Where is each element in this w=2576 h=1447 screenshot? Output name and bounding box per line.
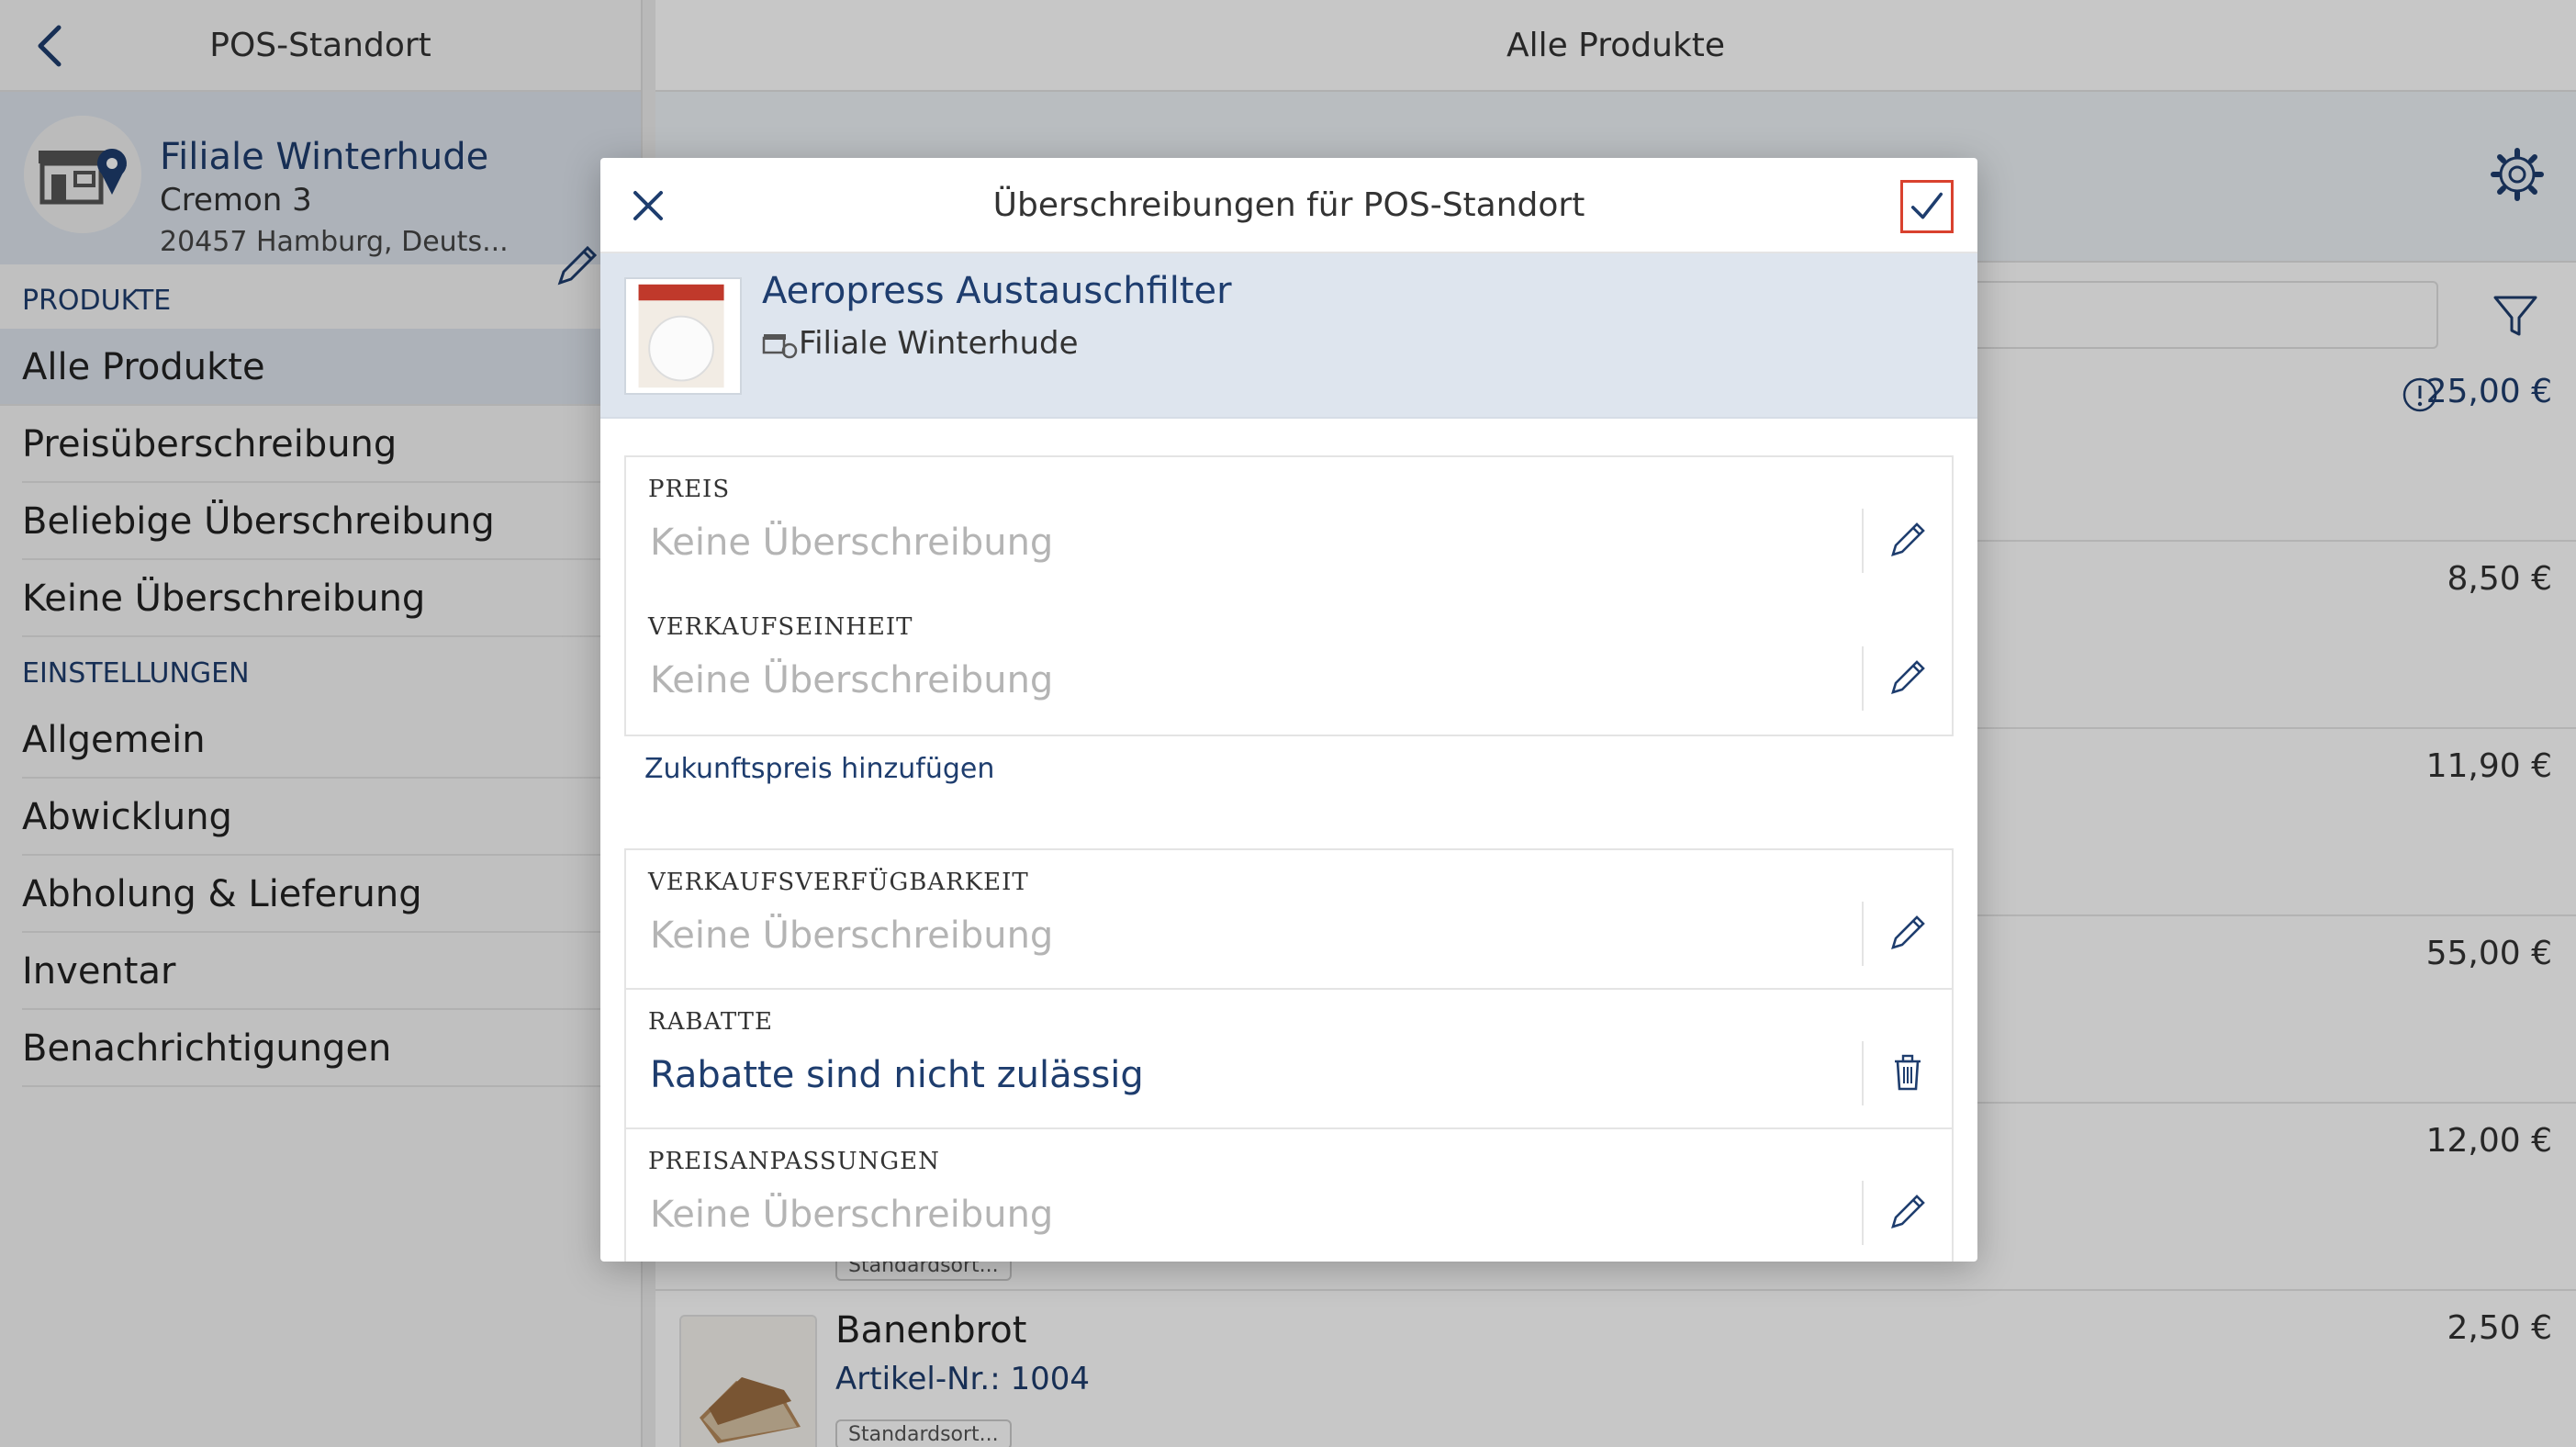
field-value: Keine Überschreibung <box>650 659 1054 701</box>
field-verkaufsverfuegbarkeit[interactable]: VERKAUFSVERFÜGBARKEIT Keine Überschreibu… <box>626 850 1952 990</box>
dialog-product-name: Aeropress Austauschfilter <box>762 270 1232 312</box>
field-verkaufseinheit[interactable]: VERKAUFSEINHEIT Keine Überschreibung <box>626 595 1952 735</box>
field-value: Rabatte sind nicht zulässig <box>650 1054 1144 1096</box>
field-label: PREISANPASSUNGEN <box>648 1148 940 1175</box>
trash-icon[interactable] <box>1886 1050 1930 1094</box>
field-separator <box>1862 1181 1864 1245</box>
field-label: PREIS <box>648 476 731 503</box>
field-preis[interactable]: PREIS Keine Überschreibung <box>626 457 1952 597</box>
price-overrides-group: PREIS Keine Überschreibung <box>624 455 1954 597</box>
availability-overrides-group: VERKAUFSVERFÜGBARKEIT Keine Überschreibu… <box>624 848 1954 1262</box>
store-tag-icon <box>762 334 798 359</box>
field-rabatte[interactable]: RABATTE Rabatte sind nicht zulässig <box>626 990 1952 1129</box>
add-future-price-link[interactable]: Zukunftspreis hinzufügen <box>644 753 994 785</box>
product-header: Aeropress Austauschfilter Filiale Winter… <box>600 253 1977 419</box>
unit-overrides-group: VERKAUFSEINHEIT Keine Überschreibung <box>624 595 1954 736</box>
field-separator <box>1862 509 1864 573</box>
field-separator <box>1862 1041 1864 1105</box>
field-label: VERKAUFSEINHEIT <box>648 613 913 641</box>
overrides-dialog: Überschreibungen für POS-Standort Aeropr… <box>600 158 1977 1262</box>
field-value: Keine Überschreibung <box>650 522 1054 564</box>
field-separator <box>1862 902 1864 966</box>
dialog-header: Überschreibungen für POS-Standort <box>600 158 1977 253</box>
field-preisanpassungen[interactable]: PREISANPASSUNGEN Keine Überschreibung <box>626 1129 1952 1262</box>
dialog-product-store: Filiale Winterhude <box>799 325 1079 362</box>
pencil-icon[interactable] <box>1886 656 1930 700</box>
pencil-icon[interactable] <box>1886 1190 1930 1234</box>
dialog-title: Überschreibungen für POS-Standort <box>992 186 1585 224</box>
field-value: Keine Überschreibung <box>650 914 1054 957</box>
field-value: Keine Überschreibung <box>650 1194 1054 1236</box>
pencil-icon[interactable] <box>1886 911 1930 955</box>
product-image <box>624 277 742 395</box>
pencil-icon[interactable] <box>1886 518 1930 562</box>
field-label: RABATTE <box>648 1008 773 1036</box>
checkmark-icon <box>1910 192 1943 219</box>
confirm-button[interactable] <box>1900 180 1954 233</box>
field-label: VERKAUFSVERFÜGBARKEIT <box>648 869 1029 896</box>
field-separator <box>1862 646 1864 711</box>
